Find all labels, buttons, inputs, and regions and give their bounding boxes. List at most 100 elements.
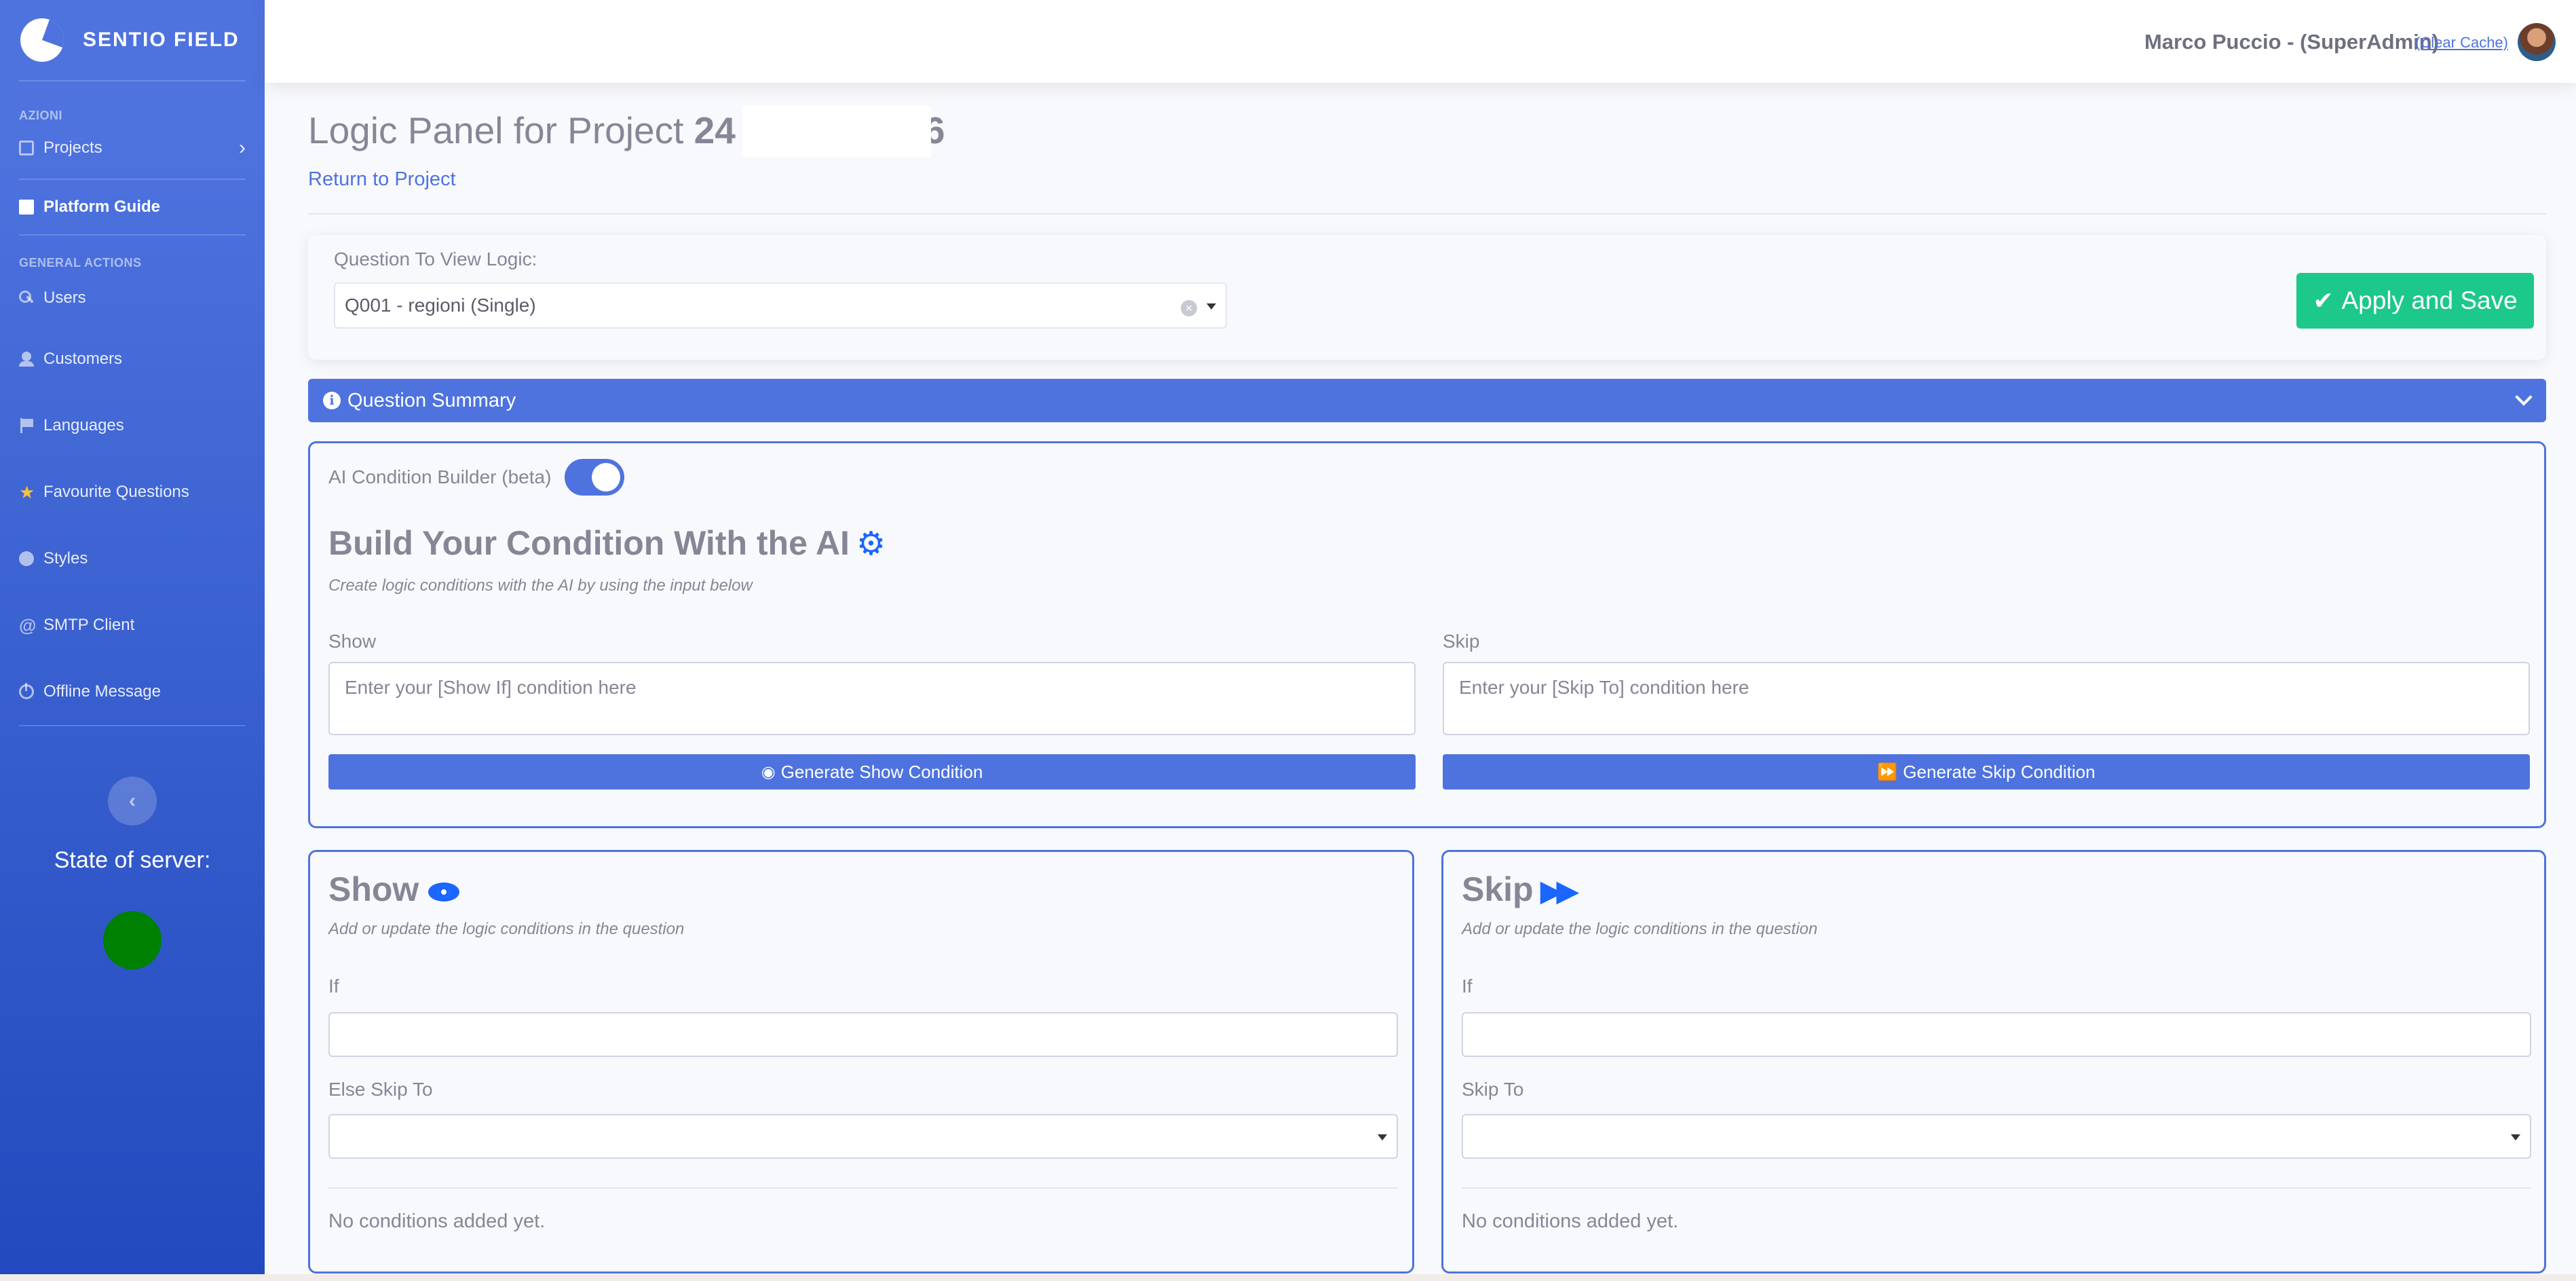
ai-builder-subtitle: Create logic conditions with the AI by u… [328,576,753,595]
sidebar-item-favourite-questions[interactable]: ★ Favourite Questions [0,459,265,525]
fast-forward-icon: ▶▶ [1540,874,1580,908]
skip-to-label: Skip To [1462,1079,1524,1100]
topbar: Marco Puccio - (SuperAdmin) (Clear Cache… [265,0,2576,83]
caret-down-icon [1378,1134,1387,1140]
generate-skip-label: Generate Skip Condition [1903,761,2096,782]
clear-selection-icon[interactable]: × [1181,300,1197,316]
question-select-label: Question To View Logic: [334,248,537,270]
skip-panel-title: Skip ▶▶ [1462,870,1580,909]
skip-if-label: If [1462,976,1473,997]
ai-show-textarea[interactable]: Enter your [Show If] condition here [328,662,1416,735]
caret-down-icon [1207,303,1216,310]
sidebar-divider [19,725,246,726]
bottom-strip [0,1274,2576,1281]
skip-to-select[interactable] [1462,1114,2531,1159]
question-select-value: Q001 - regioni (Single) [345,295,536,316]
users-icon [19,352,34,367]
skip-panel: Skip ▶▶ Add or update the logic condition… [1441,850,2546,1274]
avatar[interactable] [2518,23,2556,61]
book-icon [19,200,34,215]
sidebar-item-projects[interactable]: Projects › [0,131,265,165]
palette-icon [19,551,34,566]
sidebar-item-label: Projects [43,138,102,157]
toggle-knob [592,463,620,491]
apply-button-label: Apply and Save [2341,286,2518,314]
divider [328,1187,1398,1189]
eye-icon: ◉ [761,762,776,781]
sidebar-heading-general: GENERAL ACTIONS [19,256,142,270]
question-summary-label: Question Summary [347,389,516,411]
else-skip-to-select[interactable] [328,1114,1398,1159]
apply-and-save-button[interactable]: ✔ Apply and Save [2296,273,2534,329]
check-icon: ✔ [2313,286,2334,314]
sidebar-item-label: SMTP Client [43,616,135,634]
show-panel: Show Add or update the logic conditions … [308,850,1414,1274]
sidebar-item-label: Offline Message [43,682,161,701]
show-if-input[interactable] [328,1012,1398,1057]
question-select[interactable]: Q001 - regioni (Single) × [334,282,1227,329]
flag-icon [19,418,34,433]
skip-empty-text: No conditions added yet. [1462,1210,1679,1232]
ai-builder-title-text: Build Your Condition With the AI [328,524,850,562]
question-select-card: Question To View Logic: Q001 - regioni (… [308,235,2546,360]
ai-skip-textarea[interactable]: Enter your [Skip To] condition here [1443,662,2530,735]
brand-logo-icon [20,18,64,62]
skip-panel-title-text: Skip [1462,870,1534,908]
sidebar-brand[interactable]: SENTIO FIELD [0,0,265,80]
chevron-down-icon [2515,388,2533,406]
server-state-label: State of server: [54,847,211,873]
ai-builder-card: AI Condition Builder (beta) Build Your C… [308,441,2546,828]
question-summary-toggle[interactable]: i Question Summary [308,379,2546,422]
sidebar-item-users[interactable]: Users [0,270,265,326]
generate-skip-condition-button[interactable]: ⏩ Generate Skip Condition [1443,754,2530,790]
generate-show-label: Generate Show Condition [780,761,983,782]
sidebar-item-label: Customers [43,350,123,368]
ai-condition-builder-toggle[interactable] [565,459,624,496]
return-to-project-link[interactable]: Return to Project [308,168,456,191]
sidebar: SENTIO FIELD AZIONI Projects › Platform … [0,0,265,1281]
server-status-indicator [103,911,162,969]
show-panel-title: Show [328,870,460,909]
skip-panel-subtitle: Add or update the logic conditions in th… [1462,920,1818,938]
ai-skip-label: Skip [1443,631,1480,652]
sidebar-item-label: Favourite Questions [43,483,189,501]
divider [308,213,2546,215]
project-diagram-icon [19,141,34,155]
ai-builder-title: Build Your Condition With the AI ⚙ [328,523,886,563]
sidebar-item-languages[interactable]: Languages [0,392,265,459]
user-name[interactable]: Marco Puccio - (SuperAdmin) [2144,30,2439,54]
power-off-icon [19,683,34,699]
eye-icon [428,882,460,902]
else-skip-to-label: Else Skip To [328,1079,433,1100]
info-icon: i [323,392,341,409]
brand-name: SENTIO FIELD [83,29,240,51]
caret-down-icon [2511,1134,2520,1140]
sidebar-item-platform-guide[interactable]: Platform Guide [0,180,265,234]
show-if-label: If [328,976,339,997]
sidebar-item-styles[interactable]: Styles [0,525,265,592]
redaction-box [742,106,931,157]
clear-cache-link[interactable]: (Clear Cache) [2415,34,2508,52]
at-icon: @ [19,615,37,635]
show-panel-subtitle: Add or update the logic conditions in th… [328,920,685,938]
sidebar-item-smtp-client[interactable]: @ SMTP Client [0,592,265,658]
page-title-text: Logic Panel for Project [308,109,694,151]
sidebar-item-customers[interactable]: Customers [0,326,265,392]
key-icon [19,291,34,305]
sidebar-item-label: Languages [43,416,124,434]
sidebar-item-label: Users [43,289,86,307]
skip-if-input[interactable] [1462,1012,2531,1057]
sidebar-item-label: Platform Guide [43,198,161,216]
show-empty-text: No conditions added yet. [328,1210,546,1232]
ai-show-label: Show [328,631,377,652]
chevron-right-icon: › [239,136,246,159]
fast-forward-icon: ⏩ [1877,762,1898,781]
sidebar-toggle-button[interactable]: ‹ [108,777,157,825]
ai-toggle-label: AI Condition Builder (beta) [328,466,552,487]
sidebar-heading-actions: AZIONI [19,109,62,122]
generate-show-condition-button[interactable]: ◉ Generate Show Condition [328,754,1416,790]
star-icon: ★ [19,482,35,502]
sidebar-item-offline-message[interactable]: Offline Message [0,658,265,725]
divider [1462,1187,2531,1189]
cogs-icon: ⚙ [856,526,886,562]
